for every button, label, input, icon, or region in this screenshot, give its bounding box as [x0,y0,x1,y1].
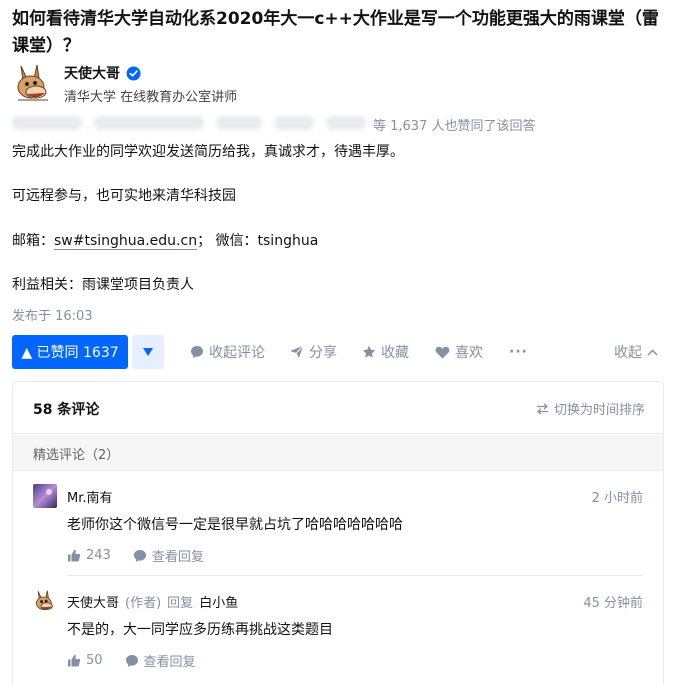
author-tag: (作者) [125,596,162,611]
commenter-name[interactable]: Mr.南有 [67,487,113,506]
comment-like-button[interactable]: 243 [67,546,111,565]
featured-label: 精选评论（2） [33,448,120,463]
comment-like-count: 243 [86,548,111,563]
content-line-4: 利益相关：雨课堂项目负责人 [12,277,194,293]
author-name[interactable]: 天使大哥 [64,63,120,83]
collapse-label: 收起 [614,345,642,361]
view-replies-label: 查看回复 [143,655,196,670]
author-info: 天使大哥 清华大学 在线教育办公室讲师 [12,62,412,106]
email-link[interactable]: sw#tsinghua.edu.cn [54,233,198,250]
heart-icon [435,346,450,358]
comment-like-count: 50 [86,653,103,668]
sort-label: 切换为时间排序 [553,403,645,418]
like-label: 喜欢 [455,345,483,361]
favorite-label: 收藏 [381,345,409,361]
donkey-avatar-icon [12,62,54,104]
chevron-up-icon [647,348,658,356]
commenter-name[interactable]: 天使大哥 [67,592,119,611]
email-prefix: 邮箱： [12,233,54,249]
comments-count: 58 条评论 [33,402,100,418]
featured-comments-bar: 精选评论（2） [13,435,663,471]
question-title[interactable]: 如何看待清华大学自动化系2020年大一c++大作业是写一个功能更强大的雨课堂（雷… [12,6,662,60]
content-line-3: 邮箱：sw#tsinghua.edu.cn； 微信：tsinghua [12,230,318,252]
publish-time[interactable]: 发布于 16:03 [12,305,93,324]
voters-row: 等 1,637 人也赞同了该回答 [12,114,652,134]
more-button[interactable]: ··· [509,335,528,369]
thumbs-up-icon [68,549,81,562]
more-dots-icon: ··· [509,344,528,360]
collapse-comments-label: 收起评论 [209,345,265,361]
comments-header: 58 条评论 切换为时间排序 [13,382,663,434]
downvote-button[interactable] [132,335,164,369]
upvote-label: ▲ 已赞同 1637 [21,345,119,361]
thumbs-up-icon [68,654,81,667]
verified-badge-icon [126,66,141,81]
commenter-avatar[interactable] [33,589,57,613]
voters-count-text[interactable]: 等 1,637 人也赞同了该回答 [373,115,535,134]
reply-target-name[interactable]: 白小鱼 [199,592,238,611]
star-icon [362,345,376,358]
favorite-button[interactable]: 收藏 [362,335,409,369]
author-headline: 清华大学 在线教育办公室讲师 [64,90,238,105]
collapse-answer-button[interactable]: 收起 [614,335,658,369]
share-button[interactable]: 分享 [289,335,337,369]
wechat-text: ； 微信：tsinghua [197,233,319,249]
like-button[interactable]: 喜欢 [435,335,483,369]
content-line-2: 可远程参与，也可实地来清华科技园 [12,188,236,204]
comment-bubble-icon [191,346,203,358]
commenter-avatar[interactable] [33,484,57,508]
share-plane-icon [290,345,304,358]
triangle-down-icon [143,348,153,356]
galaxy-avatar-icon [33,484,57,508]
collapse-comments-button[interactable]: 收起评论 [190,335,265,369]
comment-text: 不是的，大一同学应多历练再挑战这类题目 [67,622,333,638]
switch-arrows-icon [536,402,548,415]
comment-time: 45 分钟前 [583,596,643,611]
upvote-button[interactable]: ▲ 已赞同 1637 [12,335,128,369]
comment-bubble-icon [133,549,146,562]
view-replies-button[interactable]: 查看回复 [125,651,196,670]
author-avatar[interactable] [12,62,54,104]
reply-word: 回复 [167,596,194,611]
comments-panel: 58 条评论 切换为时间排序 精选评论（2） Mr.南有 2 小时前 老师你这个… [12,381,664,685]
comment-bubble-icon [125,654,138,667]
comment-item: 天使大哥 (作者) 回复 白小鱼 45 分钟前 不是的，大一同学应多历练再挑战这… [13,589,663,670]
view-replies-label: 查看回复 [151,550,204,565]
share-label: 分享 [309,345,337,361]
comment-time: 2 小时前 [591,491,643,506]
content-line-1: 完成此大作业的同学欢迎发送简历给我，真诚求才，待遇丰厚。 [12,144,404,160]
sort-toggle-button[interactable]: 切换为时间排序 [536,399,645,418]
comment-text: 老师你这个微信号一定是很早就占坑了哈哈哈哈哈哈哈 [67,517,403,533]
comment-item: Mr.南有 2 小时前 老师你这个微信号一定是很早就占坑了哈哈哈哈哈哈哈 243… [13,484,663,565]
view-replies-button[interactable]: 查看回复 [133,546,204,565]
comment-divider [67,575,643,576]
comment-like-button[interactable]: 50 [67,651,103,670]
answer-action-bar: ▲ 已赞同 1637 收起评论 分享 收藏 喜欢 ··· 收起 [12,335,662,369]
donkey-avatar-icon [33,589,57,613]
